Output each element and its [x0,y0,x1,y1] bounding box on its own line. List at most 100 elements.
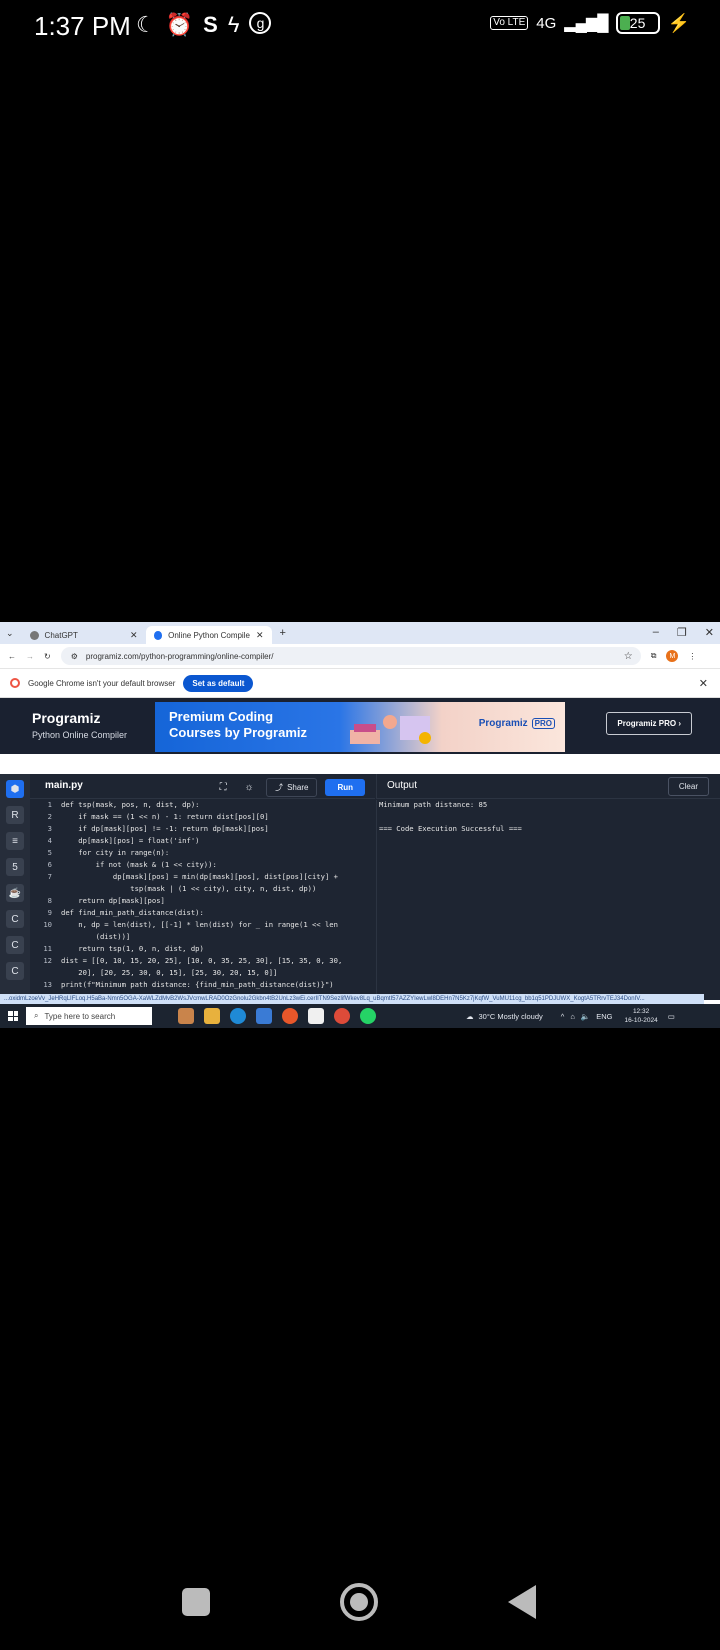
desktop-screenshot: ⌄ ChatGPT ✕ Online Python Compiler (Inte… [0,622,720,1028]
site-subtitle: Python Online Compiler [32,730,128,740]
phone-status-bar: 1:37 PM ☾ ⏰ S ϟ g Vo LTE 4G ▂▄▆█ 25 ⚡ [0,0,720,52]
reload-icon[interactable]: ↻ [44,652,51,661]
java-icon[interactable]: ☕ [6,884,24,902]
language-indicator[interactable]: ENG [596,1012,612,1021]
code-line: dp[mask][pos] = min(dp[mask][pos], dist[… [61,872,338,881]
windows-logo-icon [8,1011,18,1021]
g-app-icon: g [249,12,272,34]
clear-button[interactable]: Clear [667,777,709,796]
windows-taskbar: ⌕ Type here to search ☁ 30°C Mostly clou… [0,1004,720,1028]
r-lang-icon[interactable]: R [6,806,24,824]
store-icon[interactable] [308,1008,324,1024]
restore-icon[interactable]: ❐ [677,626,687,639]
window-close-icon[interactable]: ✕ [705,626,714,639]
chrome-logo-icon [10,678,20,688]
extensions-icon[interactable]: ⧉ [651,651,657,661]
home-button-icon[interactable] [340,1583,378,1621]
taskview-icon[interactable] [178,1008,194,1024]
output-header: Output Clear [376,774,720,799]
moon-icon: ☾ [136,12,156,37]
code-line: def tsp(mask, pos, n, dist, dp): [61,800,200,809]
c-lang-icon[interactable]: C [6,910,24,928]
search-icon: ⌕ [34,1011,39,1020]
programiz-header: Programiz Python Online Compiler Premium… [0,698,720,754]
share-button[interactable]: ⤴ Share [266,778,318,797]
recents-button-icon[interactable] [182,1588,210,1616]
csharp-icon[interactable]: C [6,962,24,980]
programiz-favicon-icon [153,630,163,640]
android-nav-bar [0,1570,720,1640]
tab-programiz[interactable]: Online Python Compiler (Inter ✕ [145,626,272,644]
chatgpt-favicon-icon [29,630,39,640]
output-title: Output [387,780,418,791]
tab-list-icon[interactable]: ⌄ [6,628,14,639]
alarm-icon: ⏰ [165,12,194,37]
notification-icon[interactable]: ▭ [668,1012,675,1021]
ad-banner[interactable]: Premium Coding Courses by Programiz Prog… [155,702,565,752]
forward-icon[interactable]: → [26,652,34,661]
cloud-icon: ☁ [466,1011,474,1021]
back-icon[interactable]: ← [8,652,16,661]
code-line: for city in range(n): [61,848,170,857]
cpp-icon[interactable]: C [6,936,24,954]
code-line: if mask == (1 << n) - 1: return dist[pos… [61,812,269,821]
back-button-icon[interactable] [508,1585,536,1619]
programiz-pro-button[interactable]: Programiz PRO › [606,712,692,735]
banner-illustration-icon [350,715,431,744]
code-line: tsp(mask | (1 << city), city, n, dist, d… [61,884,317,893]
code-line: dist = [[0, 10, 15, 20, 25], [10, 0, 35,… [61,956,343,965]
taskbar-search[interactable]: ⌕ Type here to search [26,1007,152,1025]
file-tab[interactable]: main.py [45,780,83,791]
chrome-icon[interactable] [334,1008,350,1024]
set-as-default-button[interactable]: Set as default [183,674,254,692]
file-explorer-icon[interactable] [204,1008,220,1024]
infobar-close-icon[interactable]: ✕ [699,677,708,690]
weather-widget[interactable]: ☁ 30°C Mostly cloudy [466,1012,543,1021]
profile-avatar[interactable]: M [666,650,679,662]
fullscreen-icon[interactable]: ⛶ [214,780,232,796]
link-status-url: ...oxidmLzoeVv_JeHRqLIFLoq.H5aBa-Nmn5OGA… [0,994,704,1004]
taskbar-clock[interactable]: 12:32 16-10-2024 [624,1007,657,1025]
html-icon[interactable]: 5 [6,858,24,876]
python-icon[interactable]: ⬢ [6,780,24,798]
firefox-icon[interactable] [282,1008,298,1024]
signal-icon: ▂▄▆█ [564,15,608,32]
sql-icon[interactable]: ≡ [6,832,24,850]
code-line: def find_min_path_distance(dist): [61,908,204,917]
output-console: Minimum path distance: 85 === Code Execu… [376,800,720,1000]
close-tab-icon[interactable]: ✕ [130,630,138,641]
close-tab-icon[interactable]: ✕ [256,630,264,641]
code-editor[interactable]: 1 def tsp(mask, pos, n, dist, dp): 2 if m… [30,800,375,1000]
code-line: n, dp = len(dist), [[-1] * len(dist) for… [61,920,338,929]
compiler-workspace: ⬢ R ≡ 5 ☕ C C C main.py ⛶ ☼ ⤴ Share Run … [0,774,720,1000]
tray-chevron-icon[interactable]: ^ [561,1012,565,1021]
edge-icon[interactable] [230,1008,246,1024]
mail-icon[interactable] [256,1008,272,1024]
run-button[interactable]: Run [325,779,365,796]
new-tab-button[interactable]: + [280,627,286,639]
volume-icon[interactable]: 🔈 [581,1012,590,1021]
code-line: if not (mask & (1 << city)): [61,860,217,869]
address-bar-row: ← → ↻ ⚙ programiz.com/python-programming… [0,644,720,669]
output-line: === Code Execution Successful === [379,824,522,833]
programiz-logo[interactable]: Programiz [32,710,100,726]
code-line: return dp[mask][pos] [61,896,165,905]
s-app-icon: S [203,12,218,37]
minimize-icon[interactable]: – [653,626,659,639]
code-line: (dist))] [61,932,131,941]
tab-chatgpt[interactable]: ChatGPT ✕ [22,626,146,644]
code-line: if dp[mask][pos] != -1: return dp[mask][… [61,824,269,833]
network-icon[interactable]: ⌂ [570,1012,575,1021]
bookmark-star-icon[interactable]: ☆ [624,651,633,662]
menu-icon[interactable]: ⋮ [688,652,696,661]
url-field[interactable]: ⚙ programiz.com/python-programming/onlin… [60,647,641,665]
theme-toggle-icon[interactable]: ☼ [240,780,258,796]
code-line: dp[mask][pos] = float('inf') [61,836,200,845]
status-right: Vo LTE 4G ▂▄▆█ 25 ⚡ [490,12,690,34]
site-info-icon[interactable]: ⚙ [71,652,78,661]
code-line: return tsp(1, 0, n, dist, dp) [61,944,204,953]
start-button[interactable] [0,1004,26,1028]
whatsapp-icon[interactable] [360,1008,376,1024]
code-line: print(f"Minimum path distance: {find_min… [61,980,334,989]
shazam-icon: ϟ [227,12,240,37]
